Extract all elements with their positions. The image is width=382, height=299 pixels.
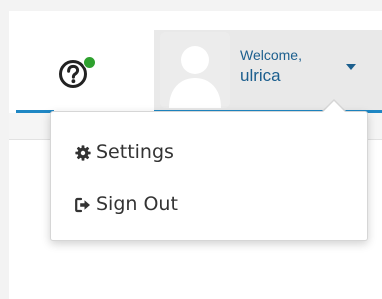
- welcome-label: Welcome,: [240, 47, 302, 63]
- sign-out-icon: [75, 197, 91, 213]
- nav-accent-bar-left: [16, 110, 54, 113]
- top-strip: [0, 0, 382, 11]
- dropdown-pointer: [323, 101, 345, 112]
- sign-out-label: Sign Out: [96, 193, 178, 215]
- user-menu-toggle[interactable]: Welcome, ulrica: [154, 30, 382, 110]
- settings-menu-item[interactable]: Settings: [51, 132, 367, 172]
- sign-out-menu-item[interactable]: Sign Out: [51, 184, 367, 224]
- username-label: ulrica: [240, 66, 281, 85]
- left-edge-strip: [0, 0, 9, 299]
- user-dropdown-menu: Settings Sign Out: [50, 111, 368, 241]
- settings-label: Settings: [96, 141, 174, 163]
- caret-down-icon: [346, 64, 356, 70]
- online-status-indicator: [83, 56, 96, 69]
- gear-icon: [75, 145, 91, 161]
- default-user-avatar-icon: [160, 32, 230, 108]
